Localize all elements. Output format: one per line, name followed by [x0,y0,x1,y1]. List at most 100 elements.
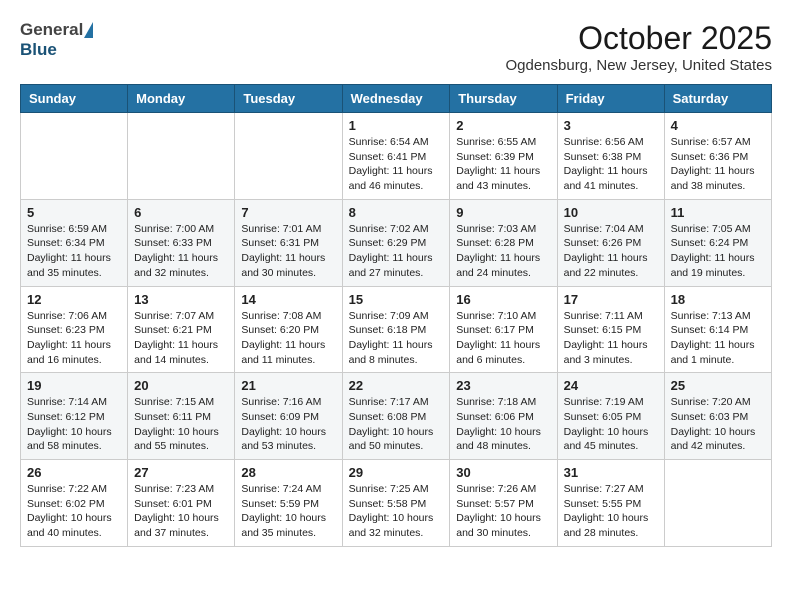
weekday-header-row: SundayMondayTuesdayWednesdayThursdayFrid… [21,85,772,113]
calendar-cell: 27Sunrise: 7:23 AM Sunset: 6:01 PM Dayli… [128,460,235,547]
day-number: 9 [456,205,550,220]
day-number: 17 [564,292,658,307]
calendar-cell: 20 Sunrise: 7:15 AM Sunset: 6:11 PM Dayli… [128,373,235,460]
day-info: Sunrise: 7:02 AM Sunset: 6:29 PM Dayligh… [349,222,444,281]
calendar-cell: 9 Sunrise: 7:03 AM Sunset: 6:28 PM Daylig… [450,199,557,286]
day-info: Sunrise: 7:04 AM Sunset: 6:26 PM Dayligh… [564,222,658,281]
weekday-header-monday: Monday [128,85,235,113]
weekday-header-wednesday: Wednesday [342,85,450,113]
calendar-cell: 11 Sunrise: 7:05 AM Sunset: 6:24 PM Dayli… [664,199,771,286]
day-info: Sunrise: 7:17 AM Sunset: 6:08 PM Dayligh… [349,395,444,454]
weekday-header-tuesday: Tuesday [235,85,342,113]
day-number: 31 [564,465,658,480]
day-number: 29 [349,465,444,480]
day-number: 8 [349,205,444,220]
weekday-header-sunday: Sunday [21,85,128,113]
day-number: 26 [27,465,121,480]
day-info: Sunrise: 7:06 AM Sunset: 6:23 PM Dayligh… [27,309,121,368]
calendar-cell: 19Sunrise: 7:14 AM Sunset: 6:12 PM Dayli… [21,373,128,460]
day-number: 25 [671,378,765,393]
weekday-header-thursday: Thursday [450,85,557,113]
calendar-cell: 31Sunrise: 7:27 AM Sunset: 5:55 PM Dayli… [557,460,664,547]
calendar-cell: 5 Sunrise: 6:59 AM Sunset: 6:34 PM Daylig… [21,199,128,286]
calendar-cell: 10 Sunrise: 7:04 AM Sunset: 6:26 PM Dayli… [557,199,664,286]
day-info: Sunrise: 7:05 AM Sunset: 6:24 PM Dayligh… [671,222,765,281]
logo: General Blue [20,20,93,60]
calendar-cell [21,113,128,200]
calendar-cell: 13 Sunrise: 7:07 AM Sunset: 6:21 PM Dayli… [128,286,235,373]
calendar-cell: 24 Sunrise: 7:19 AM Sunset: 6:05 PM Dayli… [557,373,664,460]
calendar-cell [128,113,235,200]
calendar-cell: 2 Sunrise: 6:55 AM Sunset: 6:39 PM Daylig… [450,113,557,200]
day-info: Sunrise: 6:59 AM Sunset: 6:34 PM Dayligh… [27,222,121,281]
day-info: Sunrise: 7:13 AM Sunset: 6:14 PM Dayligh… [671,309,765,368]
calendar-cell: 22 Sunrise: 7:17 AM Sunset: 6:08 PM Dayli… [342,373,450,460]
day-number: 4 [671,118,765,133]
day-info: Sunrise: 7:00 AM Sunset: 6:33 PM Dayligh… [134,222,228,281]
calendar-cell: 3Sunrise: 6:56 AM Sunset: 6:38 PM Daylig… [557,113,664,200]
calendar-cell: 1 Sunrise: 6:54 AM Sunset: 6:41 PM Daylig… [342,113,450,200]
day-info: Sunrise: 6:57 AM Sunset: 6:36 PM Dayligh… [671,135,765,194]
day-number: 23 [456,378,550,393]
day-number: 14 [241,292,335,307]
location-title: Ogdensburg, New Jersey, United States [505,57,772,74]
day-number: 30 [456,465,550,480]
day-number: 7 [241,205,335,220]
weekday-header-saturday: Saturday [664,85,771,113]
day-number: 18 [671,292,765,307]
day-info: Sunrise: 7:10 AM Sunset: 6:17 PM Dayligh… [456,309,550,368]
day-number: 15 [349,292,444,307]
month-title: October 2025 [505,20,772,57]
calendar: SundayMondayTuesdayWednesdayThursdayFrid… [20,84,772,547]
day-number: 28 [241,465,335,480]
calendar-cell: 15Sunrise: 7:09 AM Sunset: 6:18 PM Dayli… [342,286,450,373]
calendar-cell: 30Sunrise: 7:26 AM Sunset: 5:57 PM Dayli… [450,460,557,547]
calendar-cell: 16 Sunrise: 7:10 AM Sunset: 6:17 PM Dayli… [450,286,557,373]
day-number: 6 [134,205,228,220]
title-area: October 2025 Ogdensburg, New Jersey, Uni… [505,20,772,74]
logo-blue: Blue [20,40,57,60]
day-info: Sunrise: 7:19 AM Sunset: 6:05 PM Dayligh… [564,395,658,454]
day-info: Sunrise: 7:24 AM Sunset: 5:59 PM Dayligh… [241,482,335,541]
day-info: Sunrise: 7:07 AM Sunset: 6:21 PM Dayligh… [134,309,228,368]
calendar-week-3: 12Sunrise: 7:06 AM Sunset: 6:23 PM Dayli… [21,286,772,373]
day-info: Sunrise: 7:20 AM Sunset: 6:03 PM Dayligh… [671,395,765,454]
day-number: 24 [564,378,658,393]
logo-triangle-icon [84,22,93,38]
calendar-cell: 28 Sunrise: 7:24 AM Sunset: 5:59 PM Dayli… [235,460,342,547]
calendar-cell: 21 Sunrise: 7:16 AM Sunset: 6:09 PM Dayli… [235,373,342,460]
day-number: 20 [134,378,228,393]
day-info: Sunrise: 7:15 AM Sunset: 6:11 PM Dayligh… [134,395,228,454]
day-info: Sunrise: 7:16 AM Sunset: 6:09 PM Dayligh… [241,395,335,454]
day-info: Sunrise: 7:14 AM Sunset: 6:12 PM Dayligh… [27,395,121,454]
calendar-cell: 29 Sunrise: 7:25 AM Sunset: 5:58 PM Dayli… [342,460,450,547]
day-info: Sunrise: 7:23 AM Sunset: 6:01 PM Dayligh… [134,482,228,541]
day-info: Sunrise: 6:55 AM Sunset: 6:39 PM Dayligh… [456,135,550,194]
day-info: Sunrise: 7:03 AM Sunset: 6:28 PM Dayligh… [456,222,550,281]
day-info: Sunrise: 7:11 AM Sunset: 6:15 PM Dayligh… [564,309,658,368]
calendar-week-1: 1 Sunrise: 6:54 AM Sunset: 6:41 PM Daylig… [21,113,772,200]
calendar-cell [664,460,771,547]
calendar-cell: 23Sunrise: 7:18 AM Sunset: 6:06 PM Dayli… [450,373,557,460]
calendar-week-4: 19Sunrise: 7:14 AM Sunset: 6:12 PM Dayli… [21,373,772,460]
header: General Blue October 2025 Ogdensburg, Ne… [20,20,772,74]
day-number: 2 [456,118,550,133]
day-info: Sunrise: 6:54 AM Sunset: 6:41 PM Dayligh… [349,135,444,194]
day-number: 21 [241,378,335,393]
day-number: 5 [27,205,121,220]
calendar-cell: 26 Sunrise: 7:22 AM Sunset: 6:02 PM Dayli… [21,460,128,547]
calendar-cell: 4 Sunrise: 6:57 AM Sunset: 6:36 PM Daylig… [664,113,771,200]
day-number: 11 [671,205,765,220]
calendar-cell: 18 Sunrise: 7:13 AM Sunset: 6:14 PM Dayli… [664,286,771,373]
weekday-header-friday: Friday [557,85,664,113]
day-number: 16 [456,292,550,307]
day-number: 10 [564,205,658,220]
day-number: 13 [134,292,228,307]
calendar-cell [235,113,342,200]
day-info: Sunrise: 7:22 AM Sunset: 6:02 PM Dayligh… [27,482,121,541]
day-number: 1 [349,118,444,133]
calendar-week-2: 5 Sunrise: 6:59 AM Sunset: 6:34 PM Daylig… [21,199,772,286]
day-info: Sunrise: 7:25 AM Sunset: 5:58 PM Dayligh… [349,482,444,541]
calendar-cell: 17 Sunrise: 7:11 AM Sunset: 6:15 PM Dayli… [557,286,664,373]
day-number: 22 [349,378,444,393]
